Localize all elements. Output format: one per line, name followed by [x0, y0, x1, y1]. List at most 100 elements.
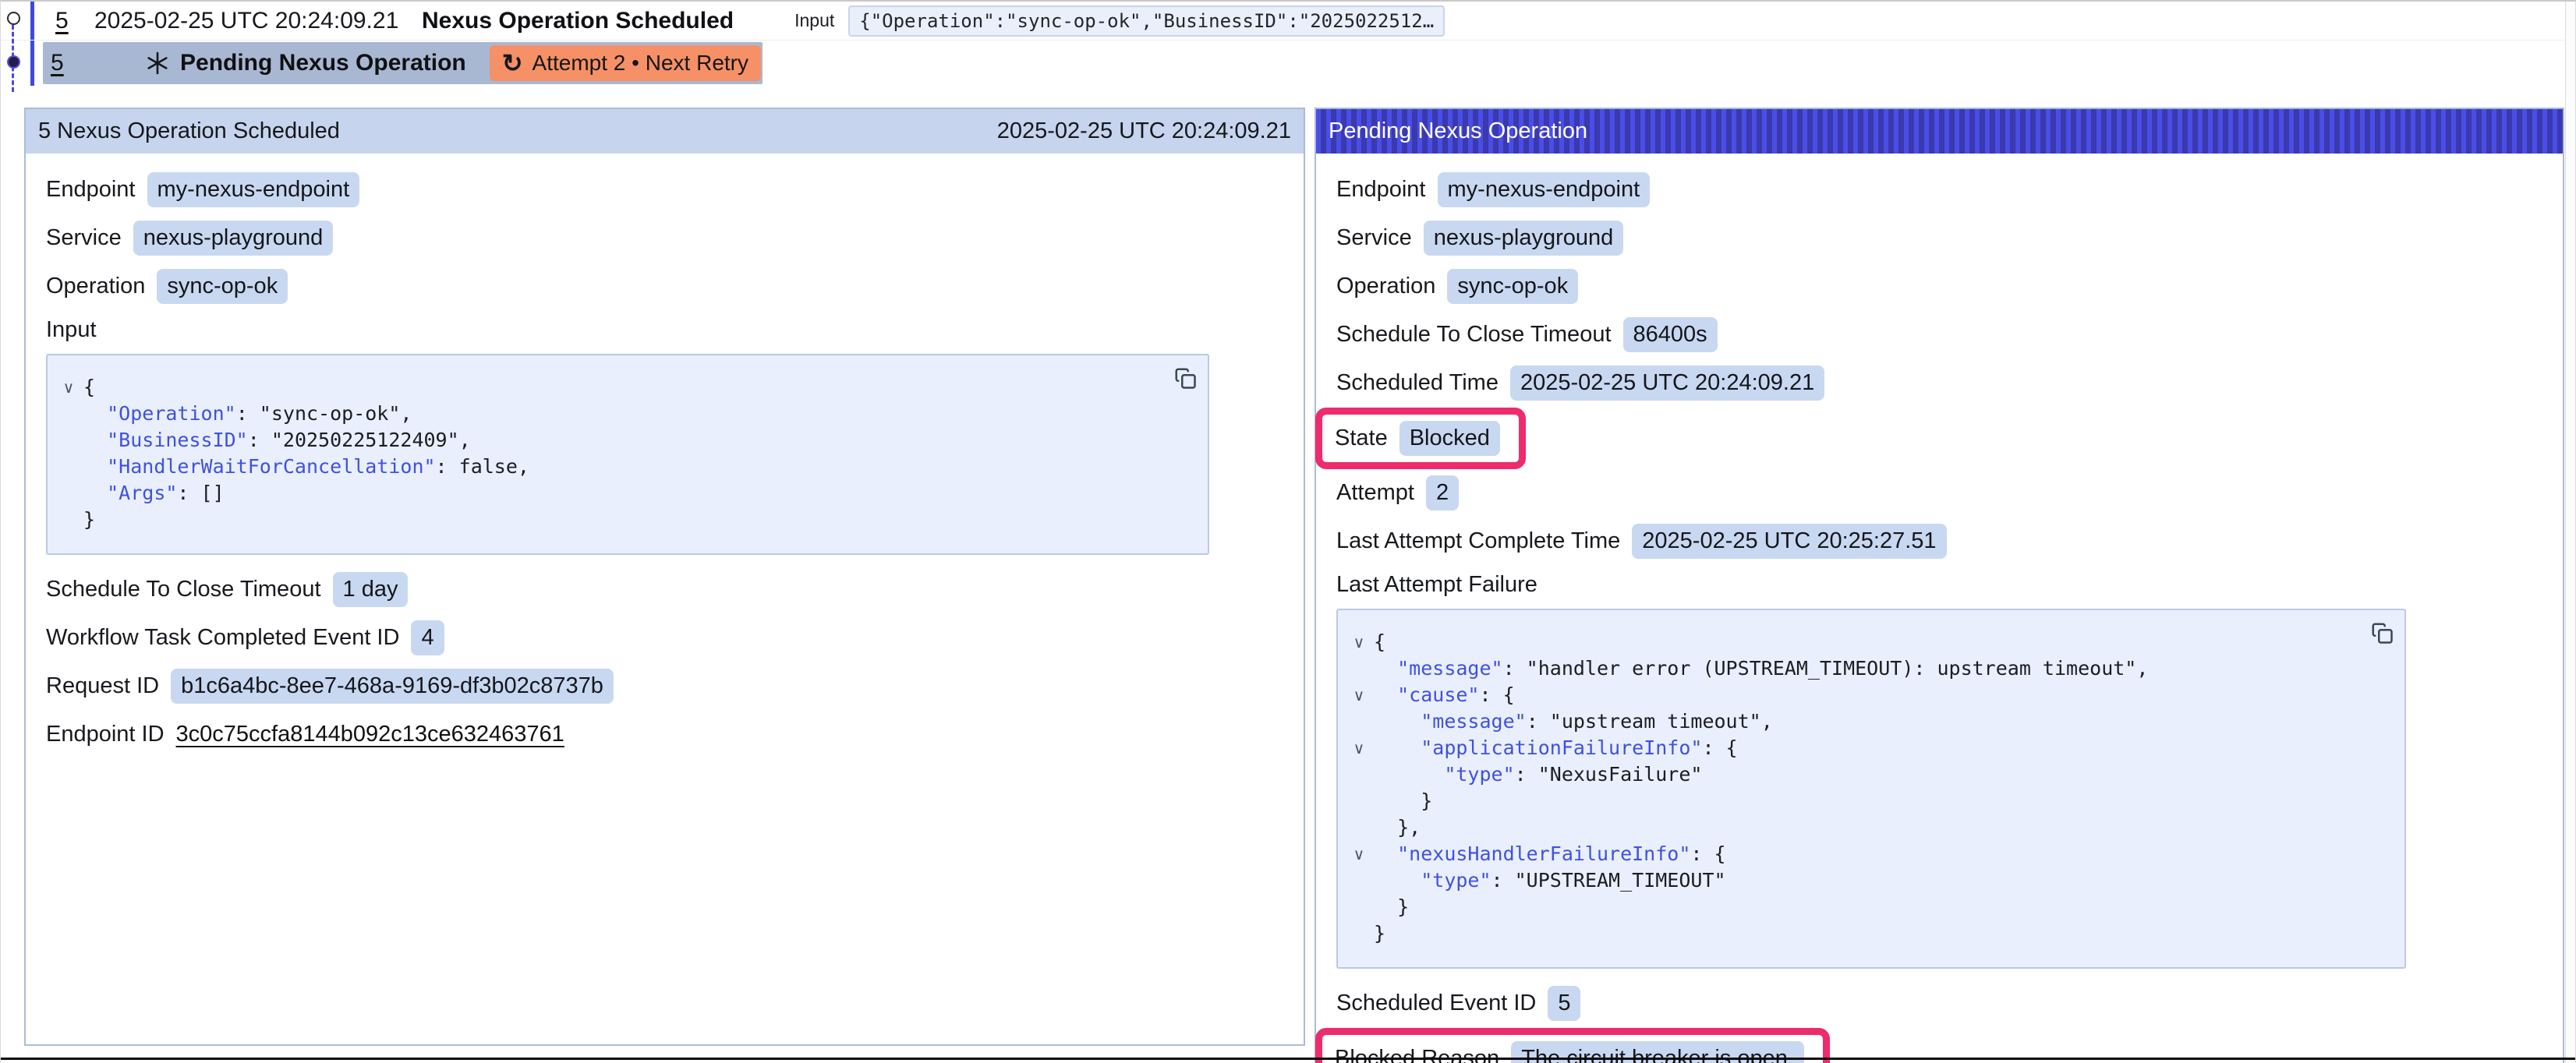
- field-row-scheduled-time: Scheduled Time 2025-02-25 UTC 20:24:09.2…: [1336, 366, 2542, 401]
- code-gutter: [54, 401, 83, 427]
- code-gutter: [1344, 867, 1374, 894]
- event-rows: 5 2025-02-25 UTC 20:24:09.21 Nexus Opera…: [1, 2, 2575, 86]
- event-id-link[interactable]: 5: [51, 50, 90, 76]
- pending-panel-body: Endpoint my-nexus-endpoint Service nexus…: [1316, 154, 2563, 1063]
- code-line: }: [54, 507, 1192, 533]
- field-row-state: State Blocked: [1335, 421, 1500, 456]
- fold-chevron-icon[interactable]: ∨: [1344, 629, 1374, 655]
- fold-chevron-icon[interactable]: ∨: [1344, 682, 1374, 708]
- code-gutter: [1344, 788, 1374, 814]
- field-label: State: [1335, 426, 1388, 451]
- timeline-current-dot-icon: [7, 55, 20, 69]
- field-label: Scheduled Event ID: [1336, 991, 1536, 1016]
- code-gutter: [1344, 920, 1374, 947]
- code-text: "nexusHandlerFailureInfo": {: [1374, 841, 1726, 867]
- field-value-badge: 2025-02-25 UTC 20:24:09.21: [1510, 366, 1824, 401]
- code-gutter: [1344, 814, 1374, 841]
- code-line: "type": "NexusFailure": [1344, 761, 2389, 788]
- event-row-pending: 5 Pending Nexus Operation ↻ Attempt 2 • …: [1, 41, 2575, 86]
- code-line: "type": "UPSTREAM_TIMEOUT": [1344, 867, 2389, 894]
- fold-chevron-icon[interactable]: ∨: [1344, 841, 1374, 867]
- code-line: "BusinessID": "20250225122409",: [54, 427, 1192, 454]
- code-text: "message": "handler error (UPSTREAM_TIME…: [1374, 655, 2148, 682]
- code-gutter: [54, 507, 83, 533]
- field-label: Attempt: [1336, 480, 1414, 506]
- event-timestamp: 2025-02-25 UTC 20:24:09.21: [94, 8, 422, 34]
- field-value-badge: b1c6a4bc-8ee7-468a-9169-df3b02c8737b: [171, 669, 614, 704]
- fold-chevron-icon[interactable]: ∨: [1344, 735, 1374, 761]
- field-label: Schedule To Close Timeout: [46, 577, 321, 602]
- field-row-endpoint: Endpoint my-nexus-endpoint: [1336, 172, 2542, 207]
- code-text: "type": "UPSTREAM_TIMEOUT": [1374, 867, 1726, 894]
- code-content: ∨{ "Operation": "sync-op-ok", "BusinessI…: [54, 374, 1192, 533]
- field-row-operation: Operation sync-op-ok: [46, 269, 1283, 304]
- field-label: Request ID: [46, 673, 159, 699]
- code-text: }: [1374, 894, 1409, 920]
- code-text: "message": "upstream timeout",: [1374, 708, 1773, 735]
- field-value-badge: my-nexus-endpoint: [147, 172, 360, 207]
- event-row-scheduled[interactable]: 5 2025-02-25 UTC 20:24:09.21 Nexus Opera…: [1, 2, 2575, 41]
- field-row-request-id: Request ID b1c6a4bc-8ee7-468a-9169-df3b0…: [46, 669, 1283, 704]
- code-text: "cause": {: [1374, 682, 1515, 708]
- field-row-endpoint-id: Endpoint ID 3c0c75ccfa8144b092c13ce63246…: [46, 717, 1283, 752]
- code-text: },: [1374, 814, 1421, 841]
- code-gutter: [1344, 708, 1374, 735]
- field-row-schedule-to-close-timeout: Schedule To Close Timeout 1 day: [46, 572, 1283, 607]
- code-text: }: [1374, 788, 1432, 814]
- code-line: ∨ "cause": {: [1344, 682, 2389, 708]
- code-line: "message": "upstream timeout",: [1344, 708, 2389, 735]
- pending-row-selected-band[interactable]: 5 Pending Nexus Operation ↻ Attempt 2 • …: [43, 42, 763, 84]
- code-text: "HandlerWaitForCancellation": false,: [83, 454, 529, 480]
- scheduled-panel-body: Endpoint my-nexus-endpoint Service nexus…: [26, 154, 1304, 786]
- fold-chevron-icon[interactable]: ∨: [54, 374, 83, 401]
- field-label: Blocked Reason: [1335, 1046, 1499, 1063]
- input-preview-chip[interactable]: {"Operation":"sync-op-ok","BusinessID":"…: [848, 5, 1445, 37]
- field-value-badge: my-nexus-endpoint: [1438, 172, 1651, 207]
- code-text: "Operation": "sync-op-ok",: [83, 401, 412, 427]
- copy-button[interactable]: [1173, 366, 1197, 390]
- field-label: Endpoint: [1336, 177, 1426, 203]
- retry-badge-label: Attempt 2 • Next Retry: [533, 51, 748, 76]
- field-value-badge: 86400s: [1623, 317, 1718, 352]
- code-line: }: [1344, 894, 2389, 920]
- nexus-asterisk-icon: [146, 51, 169, 75]
- endpoint-id-link[interactable]: 3c0c75ccfa8144b092c13ce632463761: [176, 722, 564, 747]
- code-text: }: [1374, 920, 1385, 947]
- field-value-badge: nexus-playground: [1424, 221, 1624, 256]
- code-line: "Args": []: [54, 480, 1192, 507]
- code-text: "Args": []: [83, 480, 225, 507]
- state-annotation-highlight: State Blocked: [1315, 408, 1526, 469]
- event-id-link[interactable]: 5: [55, 8, 94, 34]
- field-row-schedule-to-close-timeout: Schedule To Close Timeout 86400s: [1336, 317, 2542, 352]
- code-gutter: [1344, 894, 1374, 920]
- code-text: {: [1374, 629, 1385, 655]
- code-line: },: [1344, 814, 2389, 841]
- code-line: ∨{: [1344, 629, 2389, 655]
- code-gutter: [54, 480, 83, 507]
- scrollbar-track[interactable]: [2565, 2, 2575, 1063]
- field-label: Operation: [1336, 274, 1435, 299]
- copy-button[interactable]: [2370, 621, 2394, 645]
- scheduled-panel-header: 5 Nexus Operation Scheduled 2025-02-25 U…: [26, 109, 1304, 154]
- panel-title: Pending Nexus Operation: [1329, 118, 1587, 144]
- input-label: Input: [794, 10, 834, 31]
- code-gutter: [54, 427, 83, 454]
- copy-icon: [1173, 366, 1197, 390]
- failure-json-code-block: ∨{ "message": "handler error (UPSTREAM_T…: [1336, 609, 2406, 969]
- field-row-operation: Operation sync-op-ok: [1336, 269, 2542, 304]
- code-line: }: [1344, 788, 2389, 814]
- code-content: ∨{ "message": "handler error (UPSTREAM_T…: [1344, 629, 2389, 947]
- field-label: Last Attempt Complete Time: [1336, 528, 1620, 554]
- field-label: Workflow Task Completed Event ID: [46, 625, 399, 651]
- code-text: "type": "NexusFailure": [1374, 761, 1702, 788]
- field-row-service: Service nexus-playground: [46, 221, 1283, 256]
- field-value-badge: sync-op-ok: [157, 269, 288, 304]
- field-label: Endpoint: [46, 177, 136, 203]
- field-value-badge: 5: [1548, 986, 1580, 1021]
- field-value-badge: 1 day: [333, 572, 409, 607]
- field-row-scheduled-event-id: Scheduled Event ID 5: [1336, 986, 2542, 1021]
- scheduled-event-detail-panel: 5 Nexus Operation Scheduled 2025-02-25 U…: [24, 108, 1305, 1046]
- field-value-badge: 4: [411, 620, 444, 655]
- field-row-endpoint: Endpoint my-nexus-endpoint: [46, 172, 1283, 207]
- code-line: ∨{: [54, 374, 1192, 401]
